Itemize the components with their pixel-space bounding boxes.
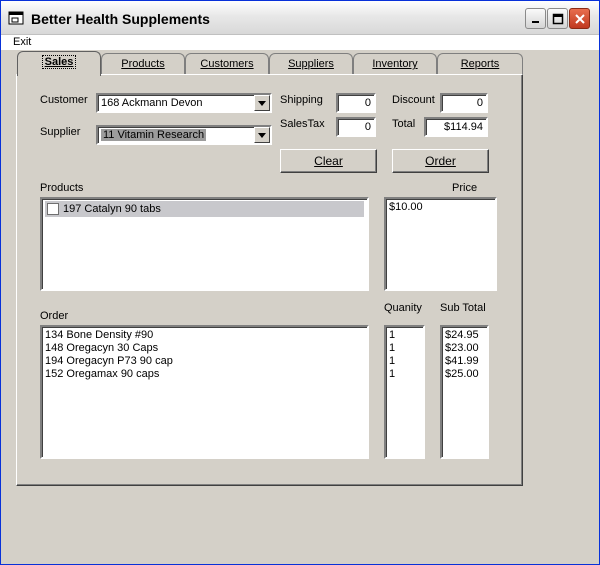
chevron-down-icon [258,100,266,106]
menu-exit[interactable]: Exit [13,36,31,48]
tab-customers-label: Customers [200,58,254,70]
product-checkbox[interactable] [47,203,59,215]
order-label: Order [40,310,69,322]
salestax-label: SalesTax [280,118,325,130]
close-button[interactable] [569,8,590,29]
list-item[interactable]: 134 Bone Density #90 [45,329,364,342]
tab-products[interactable]: Products [101,53,185,75]
title-bar[interactable]: Better Health Supplements [1,1,599,35]
supplier-value: 11 Vitamin Research [101,129,207,141]
app-icon [8,11,24,25]
tab-reports[interactable]: Reports [437,53,523,75]
tab-products-label: Products [121,58,165,70]
minimize-icon [531,20,539,23]
tab-suppliers[interactable]: Suppliers [269,53,353,75]
close-icon [574,13,585,24]
shipping-label: Shipping [280,94,323,106]
total-label: Total [392,118,416,130]
chevron-down-icon [258,132,266,138]
list-item[interactable]: 197 Catalyn 90 tabs [45,201,364,217]
list-item: $41.99 [445,355,479,367]
menu-bar: Exit [1,35,599,50]
products-label: Products [40,182,84,194]
tab-customers[interactable]: Customers [185,53,269,75]
order-button[interactable]: Order [392,149,489,173]
total-field: $114.94 [424,117,488,137]
customer-value: 168 Ackmann Devon [101,97,203,109]
products-list[interactable]: 197 Catalyn 90 tabs [40,197,369,291]
list-item: $24.95 [445,329,479,341]
tab-inventory[interactable]: Inventory [353,53,437,75]
window-title: Better Health Supplements [31,11,210,27]
maximize-button[interactable] [547,8,568,29]
customer-combo[interactable]: 168 Ackmann Devon [96,93,272,113]
price-label: Price [452,182,478,194]
clear-button[interactable]: Clear [280,149,377,173]
list-item[interactable]: 194 Oregacyn P73 90 cap [45,355,364,368]
quantity-label: Quanity [384,302,422,314]
quantity-list[interactable]: 1 1 1 1 [384,325,425,459]
tab-sales[interactable]: Sales [17,51,101,76]
subtotal-list[interactable]: $24.95 $23.00 $41.99 $25.00 [440,325,489,459]
tab-sales-label: Sales [41,55,77,69]
minimize-button[interactable] [525,8,546,29]
app-window: Better Health Supplements Exit Sales Pro… [0,0,600,565]
clear-button-label: Clear [314,154,343,168]
supplier-combo[interactable]: 11 Vitamin Research [96,125,272,145]
order-button-label: Order [425,154,456,168]
customer-dropdown-button[interactable] [254,95,270,111]
list-item[interactable]: 148 Oregacyn 30 Caps [45,342,364,355]
discount-input[interactable]: 0 [440,93,488,113]
subtotal-label: Sub Total [440,302,486,314]
tab-inventory-label: Inventory [372,58,418,70]
list-item: 1 [389,342,396,354]
customer-label: Customer [40,94,88,106]
product-item-label: 197 Catalyn 90 tabs [63,203,161,215]
price-list[interactable]: $10.00 [384,197,497,291]
list-item: $25.00 [445,368,479,380]
shipping-input[interactable]: 0 [336,93,376,113]
list-item: $10.00 [389,201,423,213]
supplier-dropdown-button[interactable] [254,127,270,143]
supplier-label: Supplier [40,126,81,138]
list-item[interactable]: 152 Oregamax 90 caps [45,368,364,381]
list-item: 1 [389,355,396,367]
maximize-icon [552,13,563,24]
tab-reports-label: Reports [460,58,500,70]
order-list[interactable]: 134 Bone Density #90 148 Oregacyn 30 Cap… [40,325,369,459]
discount-label: Discount [392,94,435,106]
tab-suppliers-label: Suppliers [288,58,334,70]
list-item: 1 [389,368,396,380]
list-item: $23.00 [445,342,479,354]
salestax-input[interactable]: 0 [336,117,376,137]
list-item: 1 [389,329,396,341]
